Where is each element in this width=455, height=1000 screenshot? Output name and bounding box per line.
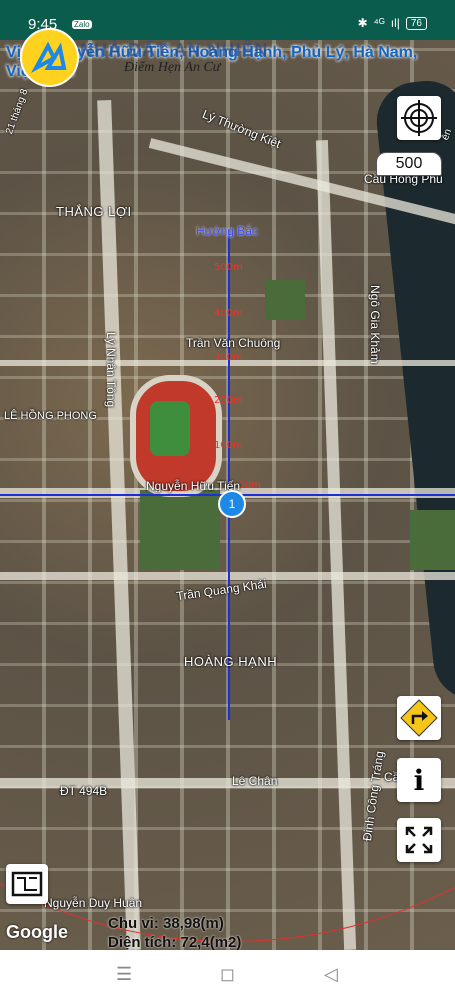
distance-tick-400: 400m xyxy=(214,308,243,319)
axis-vertical xyxy=(228,230,230,720)
satellite-map[interactable]: 500m 400m 300m 200m 100m 100m Hướng Bắc … xyxy=(0,40,455,950)
street-label: Trần Văn Chuông xyxy=(186,336,281,350)
status-icons: ✱ ⁴ᴳ ıl| 76 xyxy=(358,16,427,30)
zalo-notification-icon: Zalo xyxy=(72,20,92,29)
turn-right-icon[interactable] xyxy=(397,696,441,740)
google-attribution: Google xyxy=(6,922,68,942)
home-icon[interactable]: ◻ xyxy=(220,964,235,985)
distance-tick-500: 500m xyxy=(214,262,243,273)
distance-tick-100: 100m xyxy=(214,440,243,451)
android-nav-bar: ☰ ◻ ◁ xyxy=(0,950,455,1000)
brand-name: NHÀ ĐẤT AN NHIÊN xyxy=(80,40,269,60)
info-button[interactable]: i xyxy=(397,758,441,802)
area-text: Diện tích: 72,4(m2) xyxy=(108,934,242,950)
battery-icon: 76 xyxy=(405,16,427,30)
expand-icon[interactable] xyxy=(397,818,441,862)
street-label: Ngô Gia Khảm xyxy=(368,285,382,364)
location-pin[interactable]: 1 xyxy=(218,490,246,518)
map-layers-icon[interactable] xyxy=(6,864,48,904)
brand-logo xyxy=(20,28,79,87)
scale-label[interactable]: 500 xyxy=(376,152,442,176)
distance-tick-300: 300m xyxy=(214,352,243,363)
info-icon: i xyxy=(413,763,425,797)
street-label: LÊ HỒNG PHONG xyxy=(4,410,97,422)
recent-apps-icon[interactable]: ☰ xyxy=(116,964,132,985)
north-label: Hướng Bắc xyxy=(196,224,258,238)
bluetooth-icon: ✱ xyxy=(357,16,368,30)
signal-icon: ıl| xyxy=(390,16,400,30)
street-label: ĐT 494B xyxy=(60,784,108,798)
street-label: Lê Chân xyxy=(232,774,278,788)
measurement-stats: Chu vi: 38,98(m) Diện tích: 72,4(m2) xyxy=(108,914,241,950)
area-label-thang-loi: THẮNG LỢI xyxy=(56,204,132,219)
target-icon[interactable] xyxy=(397,96,441,140)
network-type-icon: ⁴ᴳ xyxy=(373,16,385,30)
perimeter-text: Chu vi: 38,98(m) xyxy=(108,915,224,932)
distance-tick-200: 200m xyxy=(214,395,243,406)
street-label: Lý Nhân Tông xyxy=(104,332,118,408)
brand-slogan: Điểm Hẹn An Cư xyxy=(124,60,221,75)
street-label: Nguyễn Duy Huân xyxy=(44,896,143,910)
back-icon[interactable]: ◁ xyxy=(324,964,338,985)
area-label-hoang-hanh: HOÀNG HẠNH xyxy=(184,654,278,669)
